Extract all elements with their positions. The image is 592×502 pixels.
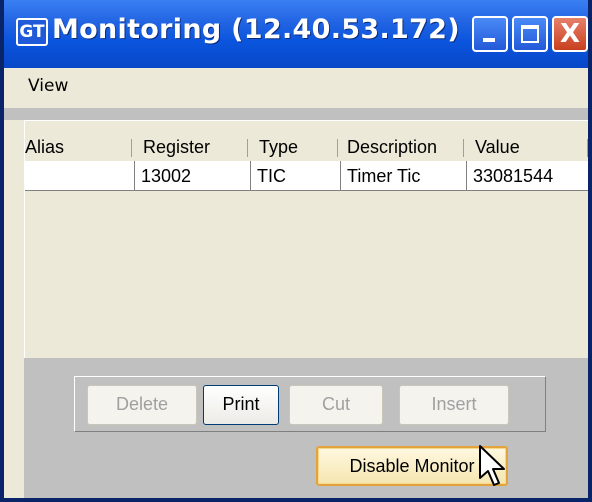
- column-separator[interactable]: [463, 139, 464, 157]
- delete-button[interactable]: Delete: [87, 385, 197, 425]
- minimize-icon: [483, 38, 495, 42]
- column-separator[interactable]: [247, 139, 248, 157]
- table-row[interactable]: 13002 TIC Timer Tic 33081544: [25, 161, 588, 191]
- maximize-icon: [521, 25, 539, 43]
- app-icon: GT: [16, 18, 48, 46]
- column-separator[interactable]: [587, 139, 588, 157]
- title-bar[interactable]: GT Monitoring (12.40.53.172) X: [4, 0, 588, 68]
- maximize-button[interactable]: [512, 16, 548, 52]
- monitor-table: Alias Register Type Description Value 13…: [24, 120, 588, 359]
- window-title: Monitoring (12.40.53.172): [52, 14, 460, 45]
- cell-register[interactable]: 13002: [135, 161, 251, 191]
- column-header-type[interactable]: Type: [259, 133, 298, 161]
- insert-button[interactable]: Insert: [399, 385, 509, 425]
- cell-alias[interactable]: [25, 161, 135, 191]
- monitoring-window: GT Monitoring (12.40.53.172) X View Alia…: [0, 0, 592, 502]
- column-header-register[interactable]: Register: [143, 133, 210, 161]
- menu-item-view[interactable]: View: [28, 76, 68, 96]
- table-header: Alias Register Type Description Value: [25, 133, 588, 161]
- menu-bar: View: [4, 68, 588, 106]
- cell-value[interactable]: 33081544: [467, 161, 588, 191]
- print-button[interactable]: Print: [203, 385, 279, 425]
- toolbar-strip: [4, 108, 588, 120]
- cell-description[interactable]: Timer Tic: [341, 161, 467, 191]
- minimize-button[interactable]: [472, 16, 508, 52]
- column-separator[interactable]: [131, 139, 132, 157]
- cut-button[interactable]: Cut: [289, 385, 383, 425]
- cell-type[interactable]: TIC: [251, 161, 341, 191]
- column-header-description[interactable]: Description: [347, 133, 437, 161]
- mouse-pointer-icon: [479, 445, 505, 486]
- close-icon: X: [559, 19, 581, 49]
- column-separator[interactable]: [337, 139, 338, 157]
- edit-button-group: Delete Print Cut Insert: [74, 376, 546, 432]
- column-header-value[interactable]: Value: [475, 133, 520, 161]
- close-button[interactable]: X: [552, 16, 588, 52]
- column-header-alias[interactable]: Alias: [25, 133, 64, 161]
